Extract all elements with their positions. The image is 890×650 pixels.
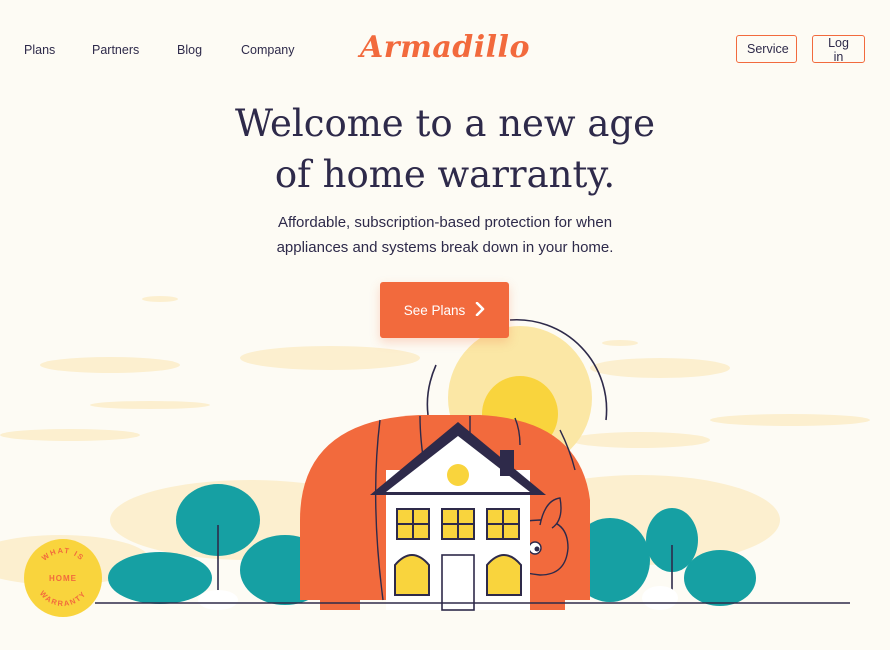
svg-text:WHAT IS: WHAT IS — [40, 546, 86, 563]
hero-subtext-line1: Affordable, subscription-based protectio… — [277, 214, 613, 231]
hero-headline: Welcome to a new age of home warranty. — [0, 98, 890, 200]
login-button[interactable]: Log in — [812, 35, 865, 64]
chevron-right-icon — [475, 301, 485, 319]
what-is-home-warranty-badge[interactable]: WHAT IS HOME WARRANTY — [24, 539, 102, 617]
see-plans-button[interactable]: See Plans — [380, 282, 509, 338]
badge-line2: HOME — [49, 574, 77, 583]
badge-line3: WARRANTY — [38, 589, 87, 608]
svg-text:WARRANTY: WARRANTY — [38, 589, 88, 608]
hero-subtext-line2: appliances and systems break down in you… — [276, 239, 614, 256]
hero-headline-line2: of home warranty. — [274, 153, 616, 196]
badge-text-ring: WHAT IS HOME WARRANTY — [38, 546, 88, 608]
hero-headline-line1: Welcome to a new age — [234, 102, 655, 145]
see-plans-label: See Plans — [403, 302, 466, 318]
hero-subtext: Affordable, subscription-based protectio… — [0, 210, 890, 260]
service-button[interactable]: Service — [736, 35, 797, 63]
badge-line1: WHAT IS — [40, 546, 85, 563]
